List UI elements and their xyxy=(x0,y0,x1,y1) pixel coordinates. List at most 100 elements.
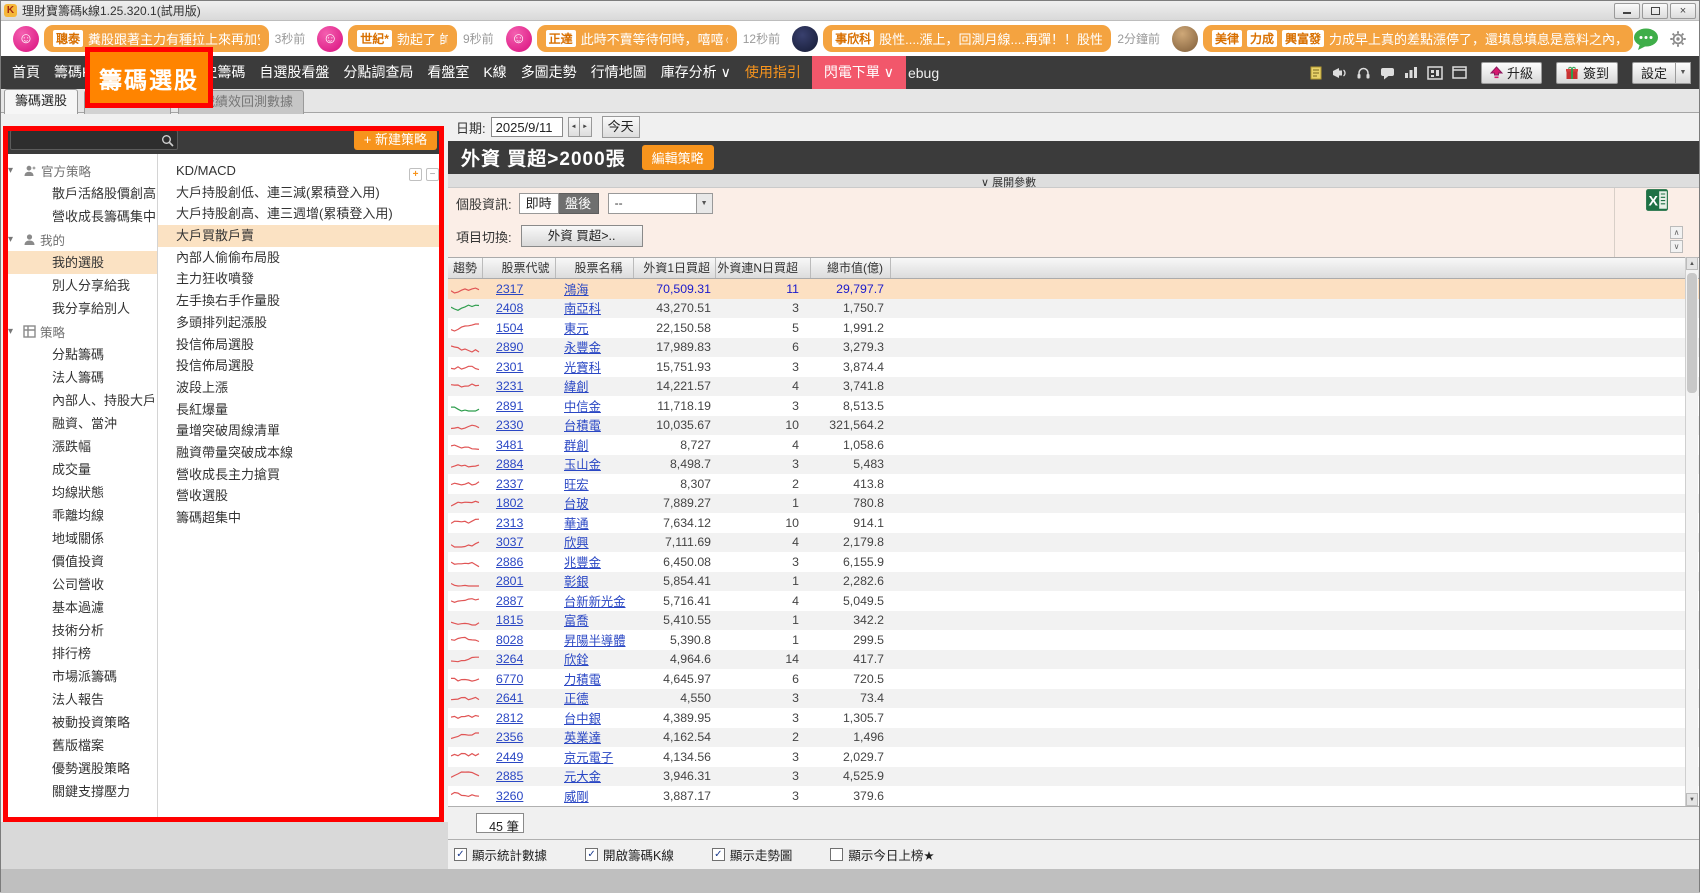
stock-code-link[interactable]: 2330 xyxy=(483,418,556,432)
stock-name-link[interactable]: 旺宏 xyxy=(556,475,634,493)
strategy-item[interactable]: KD/MACD xyxy=(158,160,444,182)
table-header-cell[interactable]: 外資連N日買超 xyxy=(716,258,811,278)
display-option-checkbox[interactable]: ✓開啟籌碼K線 xyxy=(585,845,674,864)
stock-name-link[interactable]: 台中銀 xyxy=(556,709,634,727)
stock-tag[interactable]: 美律 xyxy=(1212,30,1242,47)
add-strategy-button[interactable]: + xyxy=(409,168,422,181)
chat-icon[interactable] xyxy=(1380,66,1395,80)
table-row[interactable]: 2887台新新光金5,716.4145,049.5 xyxy=(448,591,1699,611)
sidebar-item[interactable]: 成交量 xyxy=(3,458,157,481)
excel-export-icon[interactable]: X xyxy=(1645,188,1669,217)
settings-button[interactable]: 設定 xyxy=(1632,62,1676,84)
tab-chip-picking[interactable]: 籌碼選股 xyxy=(4,89,78,114)
stock-tag[interactable]: 興富發 xyxy=(1282,30,1324,47)
nav-item-watchlist-board[interactable]: 自選股看盤 xyxy=(252,56,336,89)
strategy-item[interactable]: 融資帶量突破成本線 xyxy=(158,442,444,464)
stock-code-link[interactable]: 3260 xyxy=(483,789,556,803)
table-row[interactable]: 3481群創8,72741,058.6 xyxy=(448,435,1699,455)
scroll-down-icon[interactable]: ▼ xyxy=(1686,793,1698,806)
sidebar-item[interactable]: 分點籌碼 xyxy=(3,343,157,366)
stock-name-link[interactable]: 正德 xyxy=(556,689,634,707)
scroll-up-icon[interactable]: ▲ xyxy=(1686,257,1698,270)
settings-dropdown-arrow-icon[interactable]: ▼ xyxy=(1676,62,1691,84)
stock-code-link[interactable]: 2641 xyxy=(483,691,556,705)
display-option-checkbox[interactable]: ✓顯示走勢圖 xyxy=(712,845,793,864)
stock-name-link[interactable]: 威剛 xyxy=(556,787,634,805)
strategy-item[interactable]: 內部人偷偷布局股 xyxy=(158,247,444,269)
stock-code-link[interactable]: 2812 xyxy=(483,711,556,725)
sidebar-item[interactable]: 漲跌幅 xyxy=(3,435,157,458)
table-row[interactable]: 2330台積電10,035.6710321,564.2 xyxy=(448,416,1699,436)
table-row[interactable]: 2317鴻海70,509.311129,797.7 xyxy=(448,279,1699,299)
stock-code-link[interactable]: 2408 xyxy=(483,301,556,315)
item-switch-button[interactable]: 外資 買超>.. xyxy=(521,225,643,247)
table-row[interactable]: 3260威剛3,887.173379.6 xyxy=(448,786,1699,806)
stock-code-link[interactable]: 3037 xyxy=(483,535,556,549)
stock-name-link[interactable]: 群創 xyxy=(556,436,634,454)
strategy-item[interactable]: 營收選股 xyxy=(158,485,444,507)
table-row[interactable]: 1802台玻7,889.271780.8 xyxy=(448,494,1699,514)
sidebar-item[interactable]: 舊版檔案 xyxy=(3,734,157,757)
stock-name-link[interactable]: 彰銀 xyxy=(556,572,634,590)
stock-code-link[interactable]: 2301 xyxy=(483,360,556,374)
stock-code-link[interactable]: 2313 xyxy=(483,516,556,530)
nav-item-user-guide[interactable]: 使用指引 xyxy=(738,56,808,89)
nav-item-market-map[interactable]: 行情地圖 xyxy=(584,56,654,89)
table-row[interactable]: 2337旺宏8,3072413.8 xyxy=(448,474,1699,494)
sidebar-item[interactable]: 營收成長籌碼集中 xyxy=(3,205,157,228)
table-row[interactable]: 8028昇陽半導體5,390.81299.5 xyxy=(448,630,1699,650)
stock-code-link[interactable]: 1504 xyxy=(483,321,556,335)
chat-message[interactable]: 世紀*勃起了 帥 xyxy=(348,25,457,52)
nav-item-kline[interactable]: K線 xyxy=(476,56,513,89)
table-header-cell[interactable]: 外資1日買超 xyxy=(634,258,716,278)
stock-name-link[interactable]: 昇陽半導體 xyxy=(556,631,634,649)
stock-code-link[interactable]: 3264 xyxy=(483,652,556,666)
realtime-toggle-button[interactable]: 即時 xyxy=(519,193,559,214)
stock-code-link[interactable]: 1802 xyxy=(483,496,556,510)
sidebar-item[interactable]: 融資、當沖 xyxy=(3,412,157,435)
table-row[interactable]: 2801彰銀5,854.4112,282.6 xyxy=(448,572,1699,592)
minimize-button[interactable] xyxy=(1614,3,1640,19)
new-strategy-button[interactable]: + 新建策略 xyxy=(354,129,437,150)
stock-code-link[interactable]: 2337 xyxy=(483,477,556,491)
flash-order-button[interactable]: 閃電下單 ∨ xyxy=(812,56,906,89)
stats-icon[interactable] xyxy=(1404,66,1418,79)
date-next-button[interactable]: ► xyxy=(580,117,592,137)
stock-name-link[interactable]: 華通 xyxy=(556,514,634,532)
strategy-item[interactable]: 營收成長主力搶買 xyxy=(158,464,444,486)
stock-tag[interactable]: 世紀* xyxy=(357,30,392,47)
checkin-button[interactable]: 簽到 xyxy=(1556,62,1618,84)
stock-code-link[interactable]: 2885 xyxy=(483,769,556,783)
sidebar-item[interactable]: 被動投資策略 xyxy=(3,711,157,734)
stock-name-link[interactable]: 台積電 xyxy=(556,416,634,434)
sidebar-item[interactable]: 基本過濾 xyxy=(3,596,157,619)
table-row[interactable]: 2356英業達4,162.5421,496 xyxy=(448,728,1699,748)
stock-name-link[interactable]: 玉山金 xyxy=(556,455,634,473)
nav-item-branch-bureau[interactable]: 分點調查局 xyxy=(336,56,420,89)
strategy-item[interactable]: 投信佈局選股 xyxy=(158,334,444,356)
table-row[interactable]: 2890永豐金17,989.8363,279.3 xyxy=(448,338,1699,358)
table-header-cell[interactable]: 趨勢 xyxy=(448,258,483,278)
date-prev-button[interactable]: ◄ xyxy=(568,117,580,137)
table-row[interactable]: 3264欣銓4,964.614417.7 xyxy=(448,650,1699,670)
afterhours-toggle-button[interactable]: 盤後 xyxy=(559,193,599,214)
checkbox-icon[interactable] xyxy=(830,848,843,861)
collapse-arrow-icon[interactable]: ▾ xyxy=(8,326,19,337)
sidebar-section-strategy[interactable]: ▾策略 xyxy=(3,320,157,343)
stock-tag[interactable]: 聰泰 xyxy=(53,30,83,47)
sidebar-item[interactable]: 技術分析 xyxy=(3,619,157,642)
stock-name-link[interactable]: 富喬 xyxy=(556,611,634,629)
chat-message[interactable]: 事欣科股性....漲上，回測月線....再彈！！股性不 xyxy=(823,25,1111,52)
stock-code-link[interactable]: 2890 xyxy=(483,340,556,354)
table-row[interactable]: 2812台中銀4,389.9531,305.7 xyxy=(448,708,1699,728)
headset-icon[interactable] xyxy=(1356,66,1371,80)
stock-code-link[interactable]: 1815 xyxy=(483,613,556,627)
close-button[interactable]: × xyxy=(1670,3,1696,19)
table-scrollbar[interactable]: ▲ ▼ xyxy=(1685,257,1698,806)
stock-name-link[interactable]: 欣銓 xyxy=(556,650,634,668)
table-row[interactable]: 1815富喬5,410.551342.2 xyxy=(448,611,1699,631)
stock-code-link[interactable]: 2886 xyxy=(483,555,556,569)
strategy-item[interactable]: 長紅爆量 xyxy=(158,399,444,421)
table-row[interactable]: 1504東元22,150.5851,991.2 xyxy=(448,318,1699,338)
sidebar-item[interactable]: 關鍵支撐壓力 xyxy=(3,780,157,803)
